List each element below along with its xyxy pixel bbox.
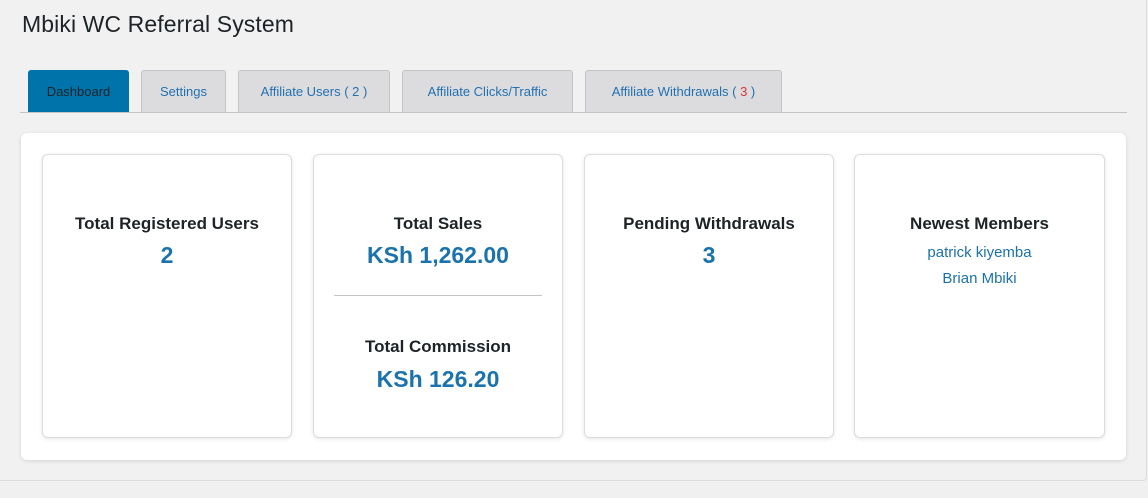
dashboard-panel: Total Registered Users 2 Total Sales KSh… bbox=[21, 133, 1126, 460]
card-title: Pending Withdrawals bbox=[623, 214, 795, 233]
tab-label-suffix: ) bbox=[747, 84, 756, 99]
card-value: KSh 1,262.00 bbox=[367, 242, 509, 268]
tab-affiliate-users[interactable]: Affiliate Users ( 2 ) bbox=[238, 70, 390, 112]
card-sales: Total Sales KSh 1,262.00 Total Commissio… bbox=[313, 154, 563, 438]
tab-affiliate-clicks[interactable]: Affiliate Clicks/Traffic bbox=[402, 70, 573, 112]
tab-label: Settings bbox=[160, 84, 207, 99]
card-title: Total Commission bbox=[364, 337, 512, 356]
tab-settings[interactable]: Settings bbox=[141, 70, 226, 112]
card-value: 3 bbox=[702, 242, 716, 268]
card-title: Total Registered Users bbox=[75, 214, 259, 233]
page-title: Mbiki WC Referral System bbox=[22, 11, 295, 37]
card-newest-members: Newest Members patrick kiyemba Brian Mbi… bbox=[854, 154, 1105, 438]
tab-label: Affiliate Users ( 2 ) bbox=[260, 84, 368, 99]
tab-label: Affiliate Withdrawals ( 3 ) bbox=[612, 84, 756, 99]
tab-affiliate-withdrawals[interactable]: Affiliate Withdrawals ( 3 ) bbox=[585, 70, 782, 112]
tab-bar: Dashboard Settings Affiliate Users ( 2 )… bbox=[20, 70, 1127, 113]
card-registered-users: Total Registered Users 2 bbox=[42, 154, 292, 438]
card-value: 2 bbox=[160, 242, 174, 268]
tab-label: Dashboard bbox=[46, 84, 111, 99]
divider bbox=[334, 295, 542, 296]
member-link[interactable]: patrick kiyemba bbox=[855, 244, 1104, 261]
tab-dashboard[interactable]: Dashboard bbox=[28, 70, 129, 112]
member-link[interactable]: Brian Mbiki bbox=[855, 270, 1104, 287]
admin-page: Mbiki WC Referral System Dashboard Setti… bbox=[0, 0, 1147, 481]
card-pending-withdrawals: Pending Withdrawals 3 bbox=[584, 154, 834, 438]
card-title: Newest Members bbox=[910, 214, 1049, 233]
tab-label-prefix: Affiliate Withdrawals ( bbox=[611, 84, 741, 99]
tab-label: Affiliate Clicks/Traffic bbox=[427, 84, 548, 99]
card-value: KSh 126.20 bbox=[376, 366, 500, 392]
card-title: Total Sales bbox=[393, 214, 483, 233]
